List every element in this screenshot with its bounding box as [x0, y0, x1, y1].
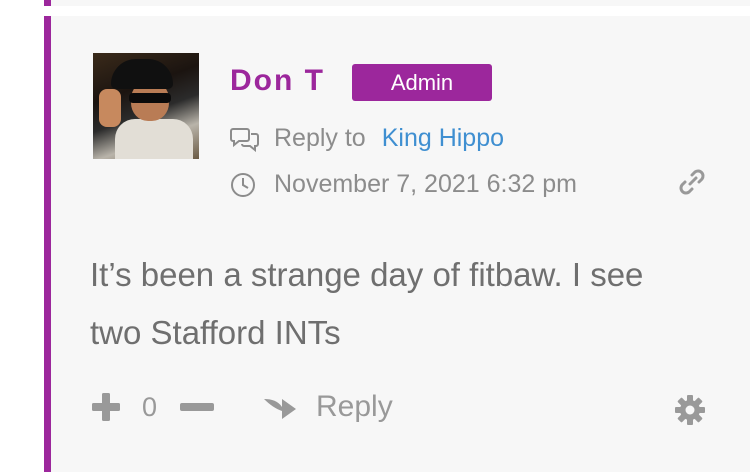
reply-label: Reply — [316, 390, 393, 423]
plus-icon[interactable] — [90, 391, 122, 423]
avatar[interactable] — [93, 53, 199, 159]
reply-to-user-link[interactable]: King Hippo — [382, 124, 504, 153]
chat-bubbles-icon — [230, 127, 259, 152]
comment-author[interactable]: Don T — [230, 64, 325, 98]
reply-to-line: Reply to King Hippo — [230, 124, 504, 153]
reply-to-label: Reply to — [274, 124, 366, 152]
previous-comment-border — [44, 0, 51, 6]
reply-button[interactable]: Reply — [262, 390, 393, 424]
role-badge: Admin — [352, 64, 492, 101]
comment-accent-border — [44, 16, 51, 472]
gear-icon[interactable] — [674, 394, 706, 426]
comment-card: Don T Admin Reply to King Hippo November… — [44, 16, 750, 472]
comment-body: It’s been a strange day of fitbaw. I see… — [90, 256, 644, 351]
reply-arrow-icon — [264, 399, 296, 419]
comment-timestamp[interactable]: November 7, 2021 6:32 pm — [274, 170, 577, 199]
previous-comment-card — [44, 0, 750, 6]
minus-icon[interactable] — [180, 403, 214, 411]
link-icon[interactable] — [678, 168, 706, 196]
vote-count: 0 — [142, 392, 158, 422]
clock-icon — [231, 172, 255, 197]
timestamp-line: November 7, 2021 6:32 pm — [230, 170, 577, 199]
